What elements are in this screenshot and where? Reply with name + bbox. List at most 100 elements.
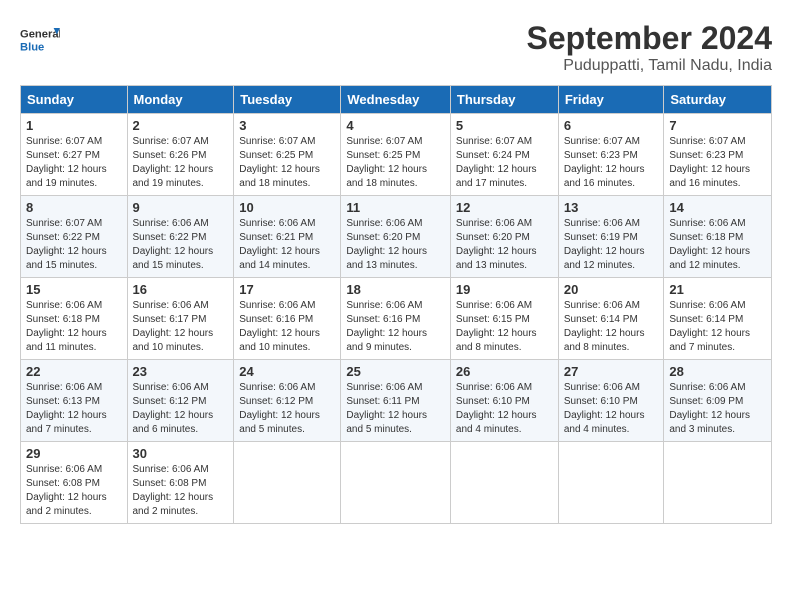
calendar-cell: 20 Sunrise: 6:06 AMSunset: 6:14 PMDayligh… xyxy=(558,278,664,360)
calendar-cell: 21 Sunrise: 6:06 AMSunset: 6:14 PMDayligh… xyxy=(664,278,772,360)
day-info: Sunrise: 6:06 AMSunset: 6:14 PMDaylight:… xyxy=(669,299,766,355)
day-number: 23 xyxy=(133,364,229,379)
svg-text:Blue: Blue xyxy=(20,41,44,53)
calendar-week-row: 29Sunrise: 6:06 AMSunset: 6:08 PMDayligh… xyxy=(21,442,772,524)
day-number: 4 xyxy=(346,118,445,133)
page-header: General Blue September 2024 Puduppatti, … xyxy=(20,20,772,75)
day-info: Sunrise: 6:06 AMSunset: 6:08 PMDaylight:… xyxy=(26,463,122,519)
calendar-header-row: Sunday Monday Tuesday Wednesday Thursday… xyxy=(21,86,772,114)
calendar-cell: 15Sunrise: 6:06 AMSunset: 6:18 PMDayligh… xyxy=(21,278,128,360)
day-number: 24 xyxy=(239,364,335,379)
calendar-cell: 10 Sunrise: 6:06 AMSunset: 6:21 PMDayligh… xyxy=(234,196,341,278)
calendar-cell: 25 Sunrise: 6:06 AMSunset: 6:11 PMDayligh… xyxy=(341,360,451,442)
day-number: 18 xyxy=(346,282,445,297)
day-info: Sunrise: 6:06 AMSunset: 6:10 PMDaylight:… xyxy=(564,381,659,437)
col-monday: Monday xyxy=(127,86,234,114)
day-number: 5 xyxy=(456,118,553,133)
calendar-week-row: 15Sunrise: 6:06 AMSunset: 6:18 PMDayligh… xyxy=(21,278,772,360)
day-info: Sunrise: 6:06 AMSunset: 6:14 PMDaylight:… xyxy=(564,299,659,355)
title-block: September 2024 Puduppatti, Tamil Nadu, I… xyxy=(527,20,772,75)
day-info: Sunrise: 6:06 AMSunset: 6:11 PMDaylight:… xyxy=(346,381,445,437)
day-number: 27 xyxy=(564,364,659,379)
calendar-week-row: 8 Sunrise: 6:07 AMSunset: 6:22 PMDaylight… xyxy=(21,196,772,278)
calendar-cell: 9 Sunrise: 6:06 AMSunset: 6:22 PMDaylight… xyxy=(127,196,234,278)
calendar-cell xyxy=(234,442,341,524)
day-number: 25 xyxy=(346,364,445,379)
day-info: Sunrise: 6:06 AMSunset: 6:08 PMDaylight:… xyxy=(133,463,229,519)
day-number: 15 xyxy=(26,282,122,297)
calendar-cell: 19 Sunrise: 6:06 AMSunset: 6:15 PMDayligh… xyxy=(450,278,558,360)
day-info: Sunrise: 6:06 AMSunset: 6:16 PMDaylight:… xyxy=(346,299,445,355)
day-number: 28 xyxy=(669,364,766,379)
calendar-cell: 8 Sunrise: 6:07 AMSunset: 6:22 PMDaylight… xyxy=(21,196,128,278)
calendar-cell: 5 Sunrise: 6:07 AMSunset: 6:24 PMDaylight… xyxy=(450,114,558,196)
day-info: Sunrise: 6:06 AMSunset: 6:13 PMDaylight:… xyxy=(26,381,122,437)
day-info: Sunrise: 6:06 AMSunset: 6:18 PMDaylight:… xyxy=(669,217,766,273)
day-number: 8 xyxy=(26,200,122,215)
day-info: Sunrise: 6:06 AMSunset: 6:15 PMDaylight:… xyxy=(456,299,553,355)
day-number: 21 xyxy=(669,282,766,297)
calendar-cell: 22 Sunrise: 6:06 AMSunset: 6:13 PMDayligh… xyxy=(21,360,128,442)
day-info: Sunrise: 6:07 AMSunset: 6:25 PMDaylight:… xyxy=(239,135,335,191)
day-info: Sunrise: 6:06 AMSunset: 6:16 PMDaylight:… xyxy=(239,299,335,355)
calendar-cell: 26 Sunrise: 6:06 AMSunset: 6:10 PMDayligh… xyxy=(450,360,558,442)
day-info: Sunrise: 6:06 AMSunset: 6:09 PMDaylight:… xyxy=(669,381,766,437)
calendar-week-row: 1 Sunrise: 6:07 AMSunset: 6:27 PMDaylight… xyxy=(21,114,772,196)
logo-icon: General Blue xyxy=(20,20,60,60)
calendar-cell: 6 Sunrise: 6:07 AMSunset: 6:23 PMDaylight… xyxy=(558,114,664,196)
calendar-cell: 2 Sunrise: 6:07 AMSunset: 6:26 PMDaylight… xyxy=(127,114,234,196)
day-number: 7 xyxy=(669,118,766,133)
calendar-cell xyxy=(664,442,772,524)
page-subtitle: Puduppatti, Tamil Nadu, India xyxy=(527,57,772,75)
day-number: 17 xyxy=(239,282,335,297)
day-number: 11 xyxy=(346,200,445,215)
day-info: Sunrise: 6:07 AMSunset: 6:23 PMDaylight:… xyxy=(564,135,659,191)
day-info: Sunrise: 6:06 AMSunset: 6:20 PMDaylight:… xyxy=(456,217,553,273)
day-info: Sunrise: 6:07 AMSunset: 6:26 PMDaylight:… xyxy=(133,135,229,191)
day-info: Sunrise: 6:07 AMSunset: 6:22 PMDaylight:… xyxy=(26,217,122,273)
day-number: 9 xyxy=(133,200,229,215)
day-number: 16 xyxy=(133,282,229,297)
day-number: 19 xyxy=(456,282,553,297)
calendar-cell xyxy=(450,442,558,524)
calendar-table: Sunday Monday Tuesday Wednesday Thursday… xyxy=(20,85,772,524)
day-info: Sunrise: 6:07 AMSunset: 6:27 PMDaylight:… xyxy=(26,135,122,191)
day-info: Sunrise: 6:07 AMSunset: 6:25 PMDaylight:… xyxy=(346,135,445,191)
calendar-cell: 27 Sunrise: 6:06 AMSunset: 6:10 PMDayligh… xyxy=(558,360,664,442)
calendar-cell: 13 Sunrise: 6:06 AMSunset: 6:19 PMDayligh… xyxy=(558,196,664,278)
col-sunday: Sunday xyxy=(21,86,128,114)
page-title: September 2024 xyxy=(527,20,772,57)
day-info: Sunrise: 6:06 AMSunset: 6:10 PMDaylight:… xyxy=(456,381,553,437)
day-info: Sunrise: 6:06 AMSunset: 6:12 PMDaylight:… xyxy=(239,381,335,437)
col-wednesday: Wednesday xyxy=(341,86,451,114)
calendar-cell: 28 Sunrise: 6:06 AMSunset: 6:09 PMDayligh… xyxy=(664,360,772,442)
day-info: Sunrise: 6:06 AMSunset: 6:22 PMDaylight:… xyxy=(133,217,229,273)
calendar-cell: 11 Sunrise: 6:06 AMSunset: 6:20 PMDayligh… xyxy=(341,196,451,278)
calendar-cell: 4 Sunrise: 6:07 AMSunset: 6:25 PMDaylight… xyxy=(341,114,451,196)
day-number: 6 xyxy=(564,118,659,133)
day-number: 2 xyxy=(133,118,229,133)
day-info: Sunrise: 6:06 AMSunset: 6:17 PMDaylight:… xyxy=(133,299,229,355)
day-number: 26 xyxy=(456,364,553,379)
day-info: Sunrise: 6:07 AMSunset: 6:23 PMDaylight:… xyxy=(669,135,766,191)
col-thursday: Thursday xyxy=(450,86,558,114)
day-number: 10 xyxy=(239,200,335,215)
calendar-cell: 18 Sunrise: 6:06 AMSunset: 6:16 PMDayligh… xyxy=(341,278,451,360)
day-number: 13 xyxy=(564,200,659,215)
day-info: Sunrise: 6:06 AMSunset: 6:19 PMDaylight:… xyxy=(564,217,659,273)
day-number: 20 xyxy=(564,282,659,297)
day-number: 22 xyxy=(26,364,122,379)
day-info: Sunrise: 6:06 AMSunset: 6:20 PMDaylight:… xyxy=(346,217,445,273)
day-info: Sunrise: 6:06 AMSunset: 6:12 PMDaylight:… xyxy=(133,381,229,437)
day-info: Sunrise: 6:06 AMSunset: 6:21 PMDaylight:… xyxy=(239,217,335,273)
day-info: Sunrise: 6:07 AMSunset: 6:24 PMDaylight:… xyxy=(456,135,553,191)
calendar-cell: 24 Sunrise: 6:06 AMSunset: 6:12 PMDayligh… xyxy=(234,360,341,442)
calendar-cell: 7 Sunrise: 6:07 AMSunset: 6:23 PMDaylight… xyxy=(664,114,772,196)
calendar-cell xyxy=(558,442,664,524)
calendar-cell: 14Sunrise: 6:06 AMSunset: 6:18 PMDayligh… xyxy=(664,196,772,278)
day-number: 1 xyxy=(26,118,122,133)
logo: General Blue xyxy=(20,20,64,60)
calendar-cell: 17 Sunrise: 6:06 AMSunset: 6:16 PMDayligh… xyxy=(234,278,341,360)
calendar-cell: 12Sunrise: 6:06 AMSunset: 6:20 PMDayligh… xyxy=(450,196,558,278)
svg-text:General: General xyxy=(20,29,60,41)
